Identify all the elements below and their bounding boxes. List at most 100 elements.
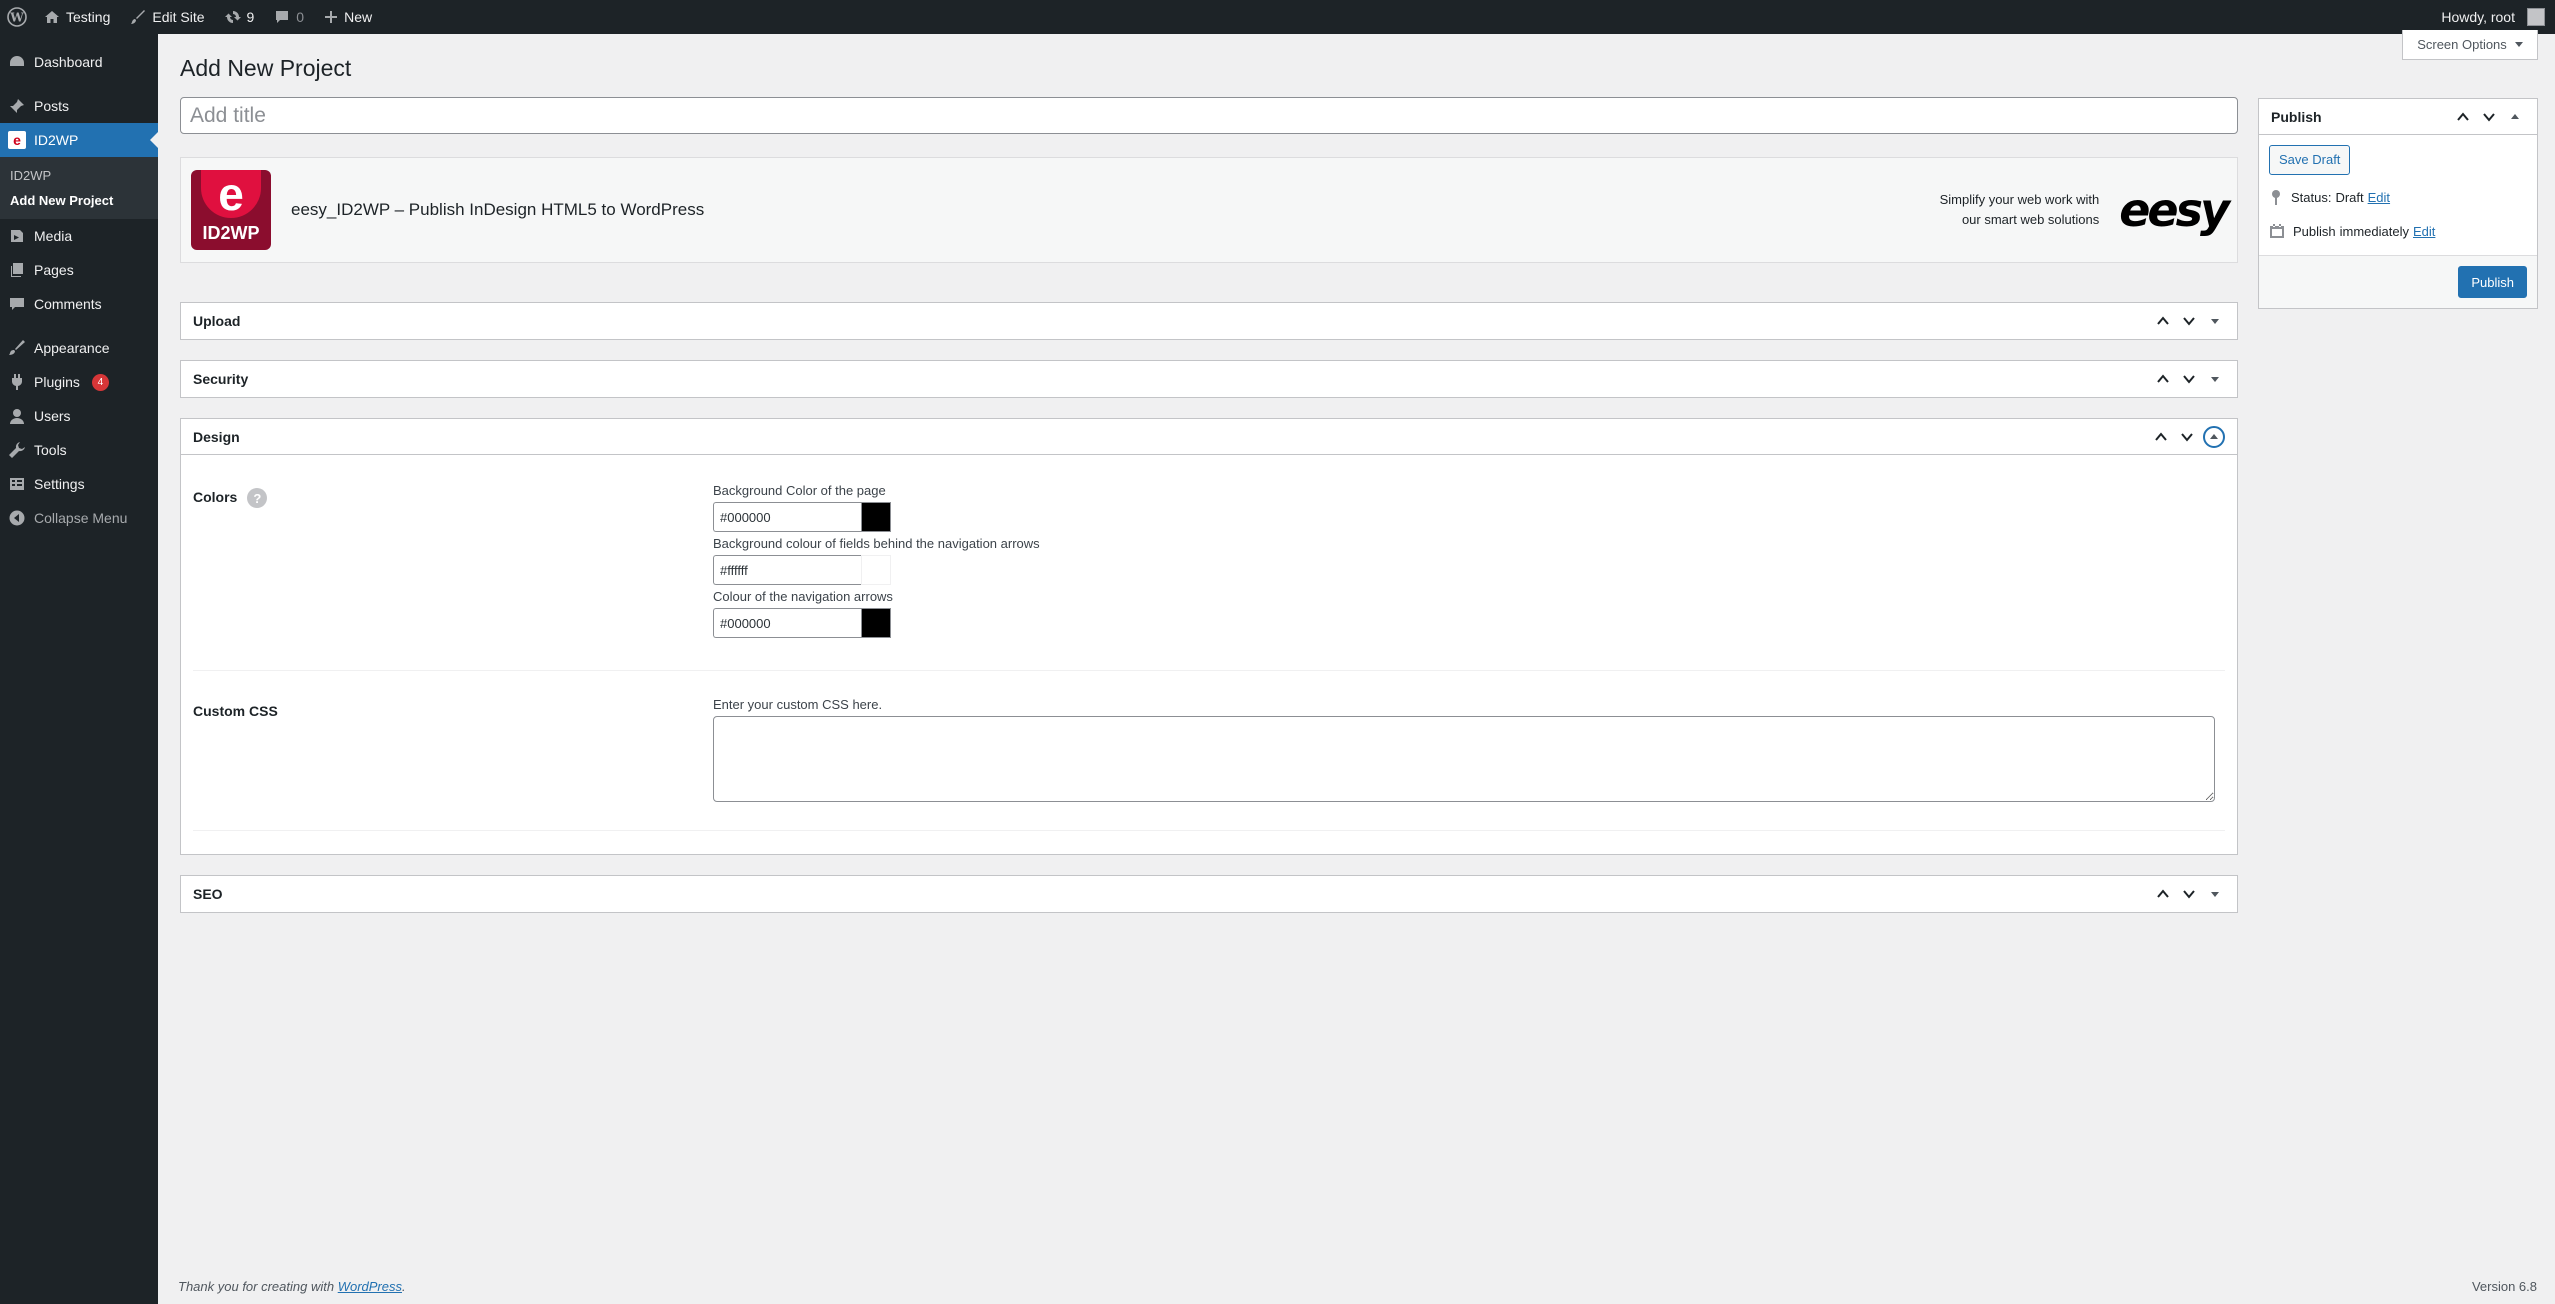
dashboard-icon (8, 53, 26, 71)
move-up-icon[interactable] (2151, 427, 2171, 447)
edit-status-link[interactable]: Edit (2368, 190, 2390, 205)
pages-icon (8, 261, 26, 279)
site-name: Testing (66, 9, 111, 25)
plugins-update-badge: 4 (91, 373, 109, 391)
toggle-panel-icon[interactable] (2205, 884, 2225, 904)
bg-color-label: Background Color of the page (713, 483, 886, 498)
sidebar-item-media[interactable]: Media (0, 219, 158, 253)
nav-arrow-color-label: Colour of the navigation arrows (713, 589, 893, 604)
nav-field-bg-input[interactable] (713, 555, 861, 585)
id2wp-logo: e ID2WP (191, 170, 271, 250)
sidebar-item-appearance[interactable]: Appearance (0, 331, 158, 365)
nav-arrow-color-swatch[interactable] (861, 608, 891, 638)
sidebar-item-posts[interactable]: Posts (0, 89, 158, 123)
plugin-icon (8, 373, 26, 391)
sidebar-item-users[interactable]: Users (0, 399, 158, 433)
post-title-input[interactable] (180, 97, 2238, 134)
wordpress-logo-icon[interactable]: W (0, 0, 34, 34)
banner-title: eesy_ID2WP – Publish InDesign HTML5 to W… (291, 200, 705, 219)
bg-color-swatch[interactable] (861, 502, 891, 532)
comments-link[interactable]: 0 (264, 0, 314, 34)
id2wp-icon: e (8, 131, 26, 149)
updates-icon (224, 11, 241, 23)
caret-down-icon (2514, 42, 2523, 47)
security-panel: Security (180, 360, 2238, 398)
id2wp-banner: e ID2WP eesy_ID2WP – Publish InDesign HT… (180, 157, 2238, 263)
security-panel-header[interactable]: Security (181, 361, 2237, 397)
toggle-panel-icon[interactable] (2203, 425, 2225, 448)
new-label: New (344, 9, 373, 25)
collapse-menu-button[interactable]: Collapse Menu (0, 501, 158, 535)
home-icon (45, 11, 59, 23)
comments-count: 0 (296, 9, 305, 25)
move-down-icon[interactable] (2179, 884, 2199, 904)
eesy-logo: eesy (2119, 183, 2230, 237)
comment-icon (8, 295, 26, 313)
move-up-icon[interactable] (2153, 369, 2173, 389)
toggle-panel-icon[interactable] (2505, 107, 2525, 127)
move-up-icon[interactable] (2153, 884, 2173, 904)
sidebar-item-id2wp[interactable]: e ID2WP (0, 123, 158, 157)
publish-schedule: Publish immediately Edit (2269, 219, 2527, 243)
move-up-icon[interactable] (2453, 107, 2473, 127)
edit-schedule-link[interactable]: Edit (2413, 224, 2435, 239)
seo-panel-header[interactable]: SEO (181, 876, 2237, 912)
custom-css-label: Custom CSS (193, 703, 278, 719)
nav-field-bg-swatch[interactable] (861, 555, 891, 585)
publish-button[interactable]: Publish (2458, 266, 2527, 298)
toggle-panel-icon[interactable] (2205, 311, 2225, 331)
edit-site-label: Edit Site (152, 9, 205, 25)
howdy-text: Howdy, root (2441, 9, 2515, 25)
sidebar-item-plugins[interactable]: Plugins 4 (0, 365, 158, 399)
pin-icon (8, 97, 26, 115)
page-title: Add New Project (180, 55, 352, 81)
sidebar-item-dashboard[interactable]: Dashboard (0, 45, 158, 79)
account-menu[interactable]: Howdy, root (2431, 0, 2555, 34)
sidebar-item-pages[interactable]: Pages (0, 253, 158, 287)
publish-box: Publish Save Draft Status: Draft Edit Pu… (2258, 98, 2538, 309)
edit-site-link[interactable]: Edit Site (120, 0, 214, 34)
custom-css-hint: Enter your custom CSS here. (713, 697, 883, 712)
move-down-icon[interactable] (2179, 311, 2199, 331)
design-panel: Design Colors ? Background Color of the … (180, 418, 2238, 855)
custom-css-textarea[interactable] (713, 716, 2215, 802)
wordpress-link[interactable]: WordPress (338, 1279, 402, 1294)
submenu-item-add-new-project[interactable]: Add New Project (0, 188, 158, 213)
upload-panel-header[interactable]: Upload (181, 303, 2237, 339)
updates-link[interactable]: 9 (215, 0, 265, 34)
move-down-icon[interactable] (2479, 107, 2499, 127)
help-icon[interactable]: ? (247, 488, 268, 508)
updates-count: 9 (246, 9, 255, 25)
publish-box-header[interactable]: Publish (2259, 99, 2537, 135)
banner-tagline: Simplify your web work with our smart we… (1939, 192, 2100, 227)
comment-icon (276, 11, 289, 23)
move-down-icon[interactable] (2177, 427, 2197, 447)
toggle-panel-icon[interactable] (2205, 369, 2225, 389)
design-panel-header[interactable]: Design (181, 419, 2237, 455)
wrench-icon (8, 441, 26, 459)
bg-color-input[interactable] (713, 502, 861, 532)
id2wp-submenu: ID2WP Add New Project (0, 157, 158, 219)
screen-options-button[interactable]: Screen Options (2402, 30, 2538, 60)
sidebar-item-comments[interactable]: Comments (0, 287, 158, 321)
footer-version: Version 6.8 (2471, 1279, 2537, 1294)
upload-panel: Upload (180, 302, 2238, 340)
avatar (2527, 8, 2545, 26)
new-content-link[interactable]: New (314, 0, 382, 34)
move-down-icon[interactable] (2179, 369, 2199, 389)
custom-css-row: Custom CSS Enter your custom CSS here. (193, 671, 2225, 831)
user-icon (8, 407, 26, 425)
admin-sidebar: Dashboard Posts e ID2WP ID2WP Add New Pr… (0, 34, 158, 1304)
site-name-link[interactable]: Testing (34, 0, 120, 34)
submenu-item-id2wp[interactable]: ID2WP (0, 163, 158, 188)
seo-panel: SEO (180, 875, 2238, 913)
svg-text:W: W (9, 11, 24, 25)
move-up-icon[interactable] (2153, 311, 2173, 331)
save-draft-button[interactable]: Save Draft (2269, 145, 2351, 175)
sidebar-item-settings[interactable]: Settings (0, 467, 158, 501)
admin-bar: W Testing Edit Site 9 0 New Howdy, root (0, 0, 2555, 34)
nav-arrow-color-input[interactable] (713, 608, 861, 638)
calendar-icon (2270, 224, 2284, 238)
sidebar-item-tools[interactable]: Tools (0, 433, 158, 467)
footer-thanks: Thank you for creating with WordPress. (178, 1279, 406, 1294)
